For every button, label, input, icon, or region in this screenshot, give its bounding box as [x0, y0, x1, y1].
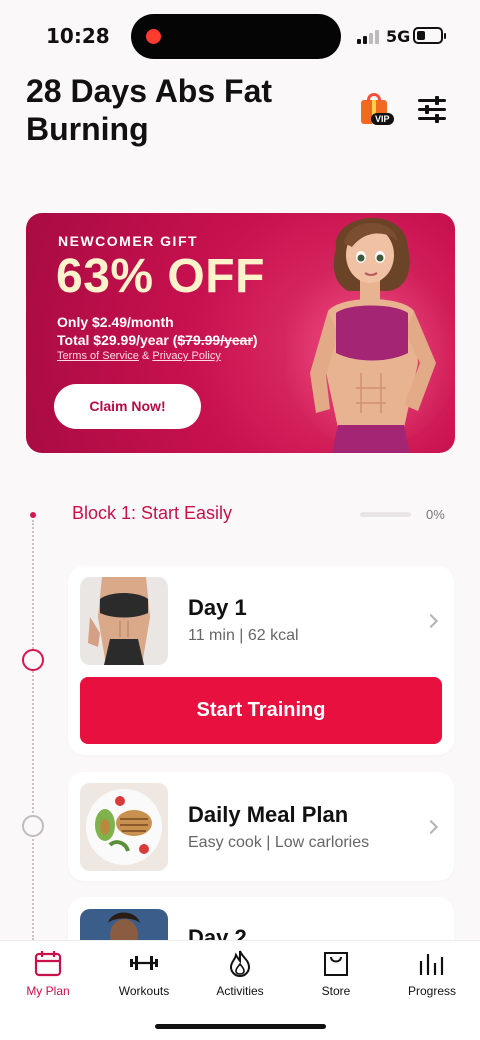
vip-badge: VIP	[371, 113, 394, 125]
claim-now-button[interactable]: Claim Now!	[54, 384, 201, 429]
meal-plan-card[interactable]: Daily Meal Plan Easy cook | Low carlorie…	[68, 772, 454, 881]
tab-my-plan[interactable]: My Plan	[0, 941, 96, 1011]
tab-label: Store	[321, 984, 351, 998]
status-bar: 10:28 5G	[0, 0, 480, 72]
tab-label: Activities	[216, 984, 264, 998]
calendar-icon	[34, 951, 62, 977]
tab-store[interactable]: Store	[288, 941, 384, 1011]
timeline-node	[22, 815, 44, 837]
chevron-right-icon	[423, 819, 439, 835]
home-indicator	[155, 1024, 326, 1029]
block-progress-percent: 0%	[426, 507, 445, 522]
status-time: 10:28	[46, 24, 110, 48]
day-meta: 11 min | 62 kcal	[188, 627, 299, 644]
tab-workouts[interactable]: Workouts	[96, 941, 192, 1011]
promo-eyebrow: NEWCOMER GIFT	[58, 233, 199, 249]
meal-plan-subtitle: Easy cook | Low carlories	[188, 834, 370, 851]
promo-banner[interactable]: NEWCOMER GIFT 63% OFF Only $2.49/month T…	[26, 213, 455, 453]
promo-legal-links: Terms of Service & Privacy Policy	[57, 350, 221, 362]
block-progress-bar	[360, 512, 411, 517]
day-card[interactable]: Day 1 11 min | 62 kcal Start Training	[68, 566, 454, 755]
recording-indicator-icon	[146, 29, 161, 44]
network-label: 5G	[386, 27, 411, 46]
chevron-right-icon	[423, 613, 439, 629]
promo-monthly-price: Only $2.49/month	[57, 314, 174, 330]
block-title: Block 1: Start Easily	[72, 503, 233, 523]
terms-link[interactable]: Terms of Service	[57, 350, 139, 362]
timeline-line	[32, 520, 34, 940]
promo-total-price: Total $29.99/year ($79.99/year)	[57, 332, 258, 348]
meal-plan-title: Daily Meal Plan	[188, 802, 349, 827]
timeline-node-current	[22, 649, 44, 671]
privacy-link[interactable]: Privacy Policy	[152, 350, 220, 362]
battery-icon	[413, 27, 446, 44]
shopping-bag-icon	[324, 952, 348, 976]
meal-plan-thumbnail	[80, 783, 168, 871]
tab-progress[interactable]: Progress	[384, 941, 480, 1011]
signal-icon	[357, 30, 381, 44]
promo-original-price: $79.99/year	[177, 332, 253, 348]
timeline-dot	[30, 512, 36, 518]
flame-icon	[229, 950, 251, 977]
tab-activities[interactable]: Activities	[192, 941, 288, 1011]
tab-label: Progress	[407, 984, 457, 998]
gift-bow-icon	[367, 93, 381, 101]
dynamic-island	[131, 14, 341, 59]
promo-character-illustration	[286, 217, 455, 453]
promo-discount: 63% OFF	[56, 250, 265, 303]
start-training-button[interactable]: Start Training	[80, 677, 442, 744]
day-title: Day 1	[188, 595, 247, 620]
tab-label: My Plan	[26, 984, 70, 998]
tab-label: Workouts	[118, 984, 170, 998]
dumbbell-icon	[130, 956, 158, 970]
vip-gift-button[interactable]: VIP	[359, 92, 394, 128]
day-1-thumbnail	[80, 577, 168, 665]
settings-sliders-icon[interactable]	[418, 96, 446, 123]
page-title: 28 Days Abs Fat Burning	[26, 73, 273, 147]
bar-chart-icon	[419, 954, 444, 975]
